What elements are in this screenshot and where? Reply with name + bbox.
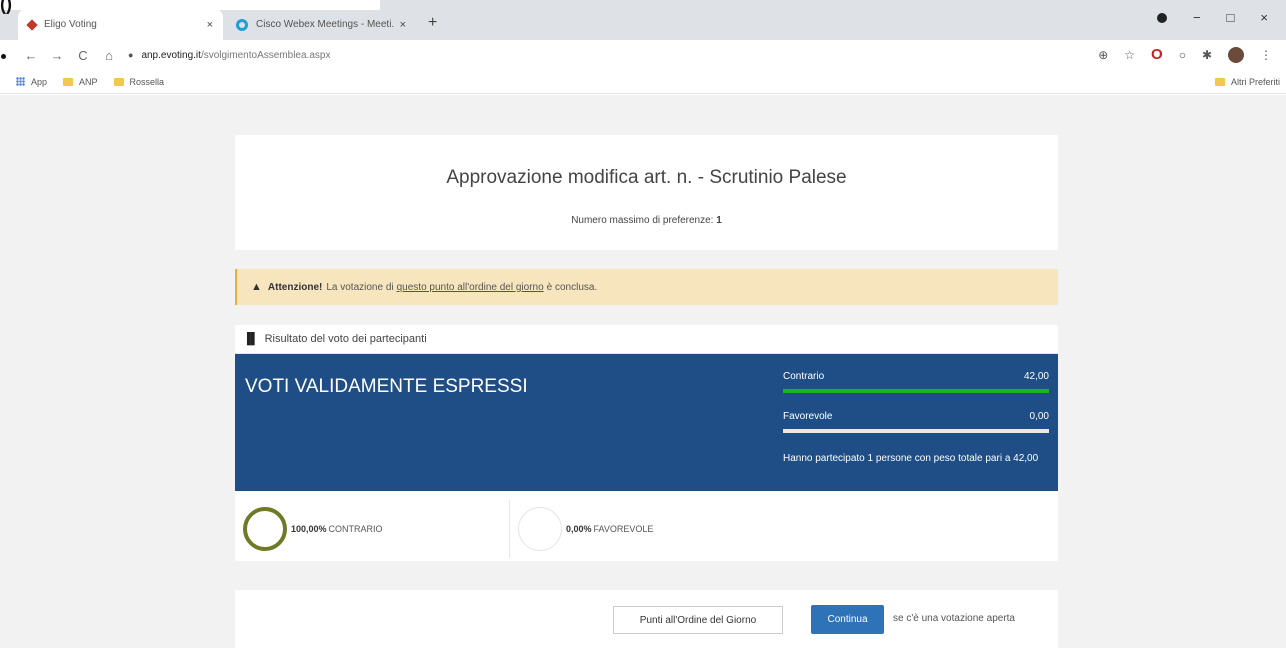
back-button[interactable]: ←: [18, 48, 44, 63]
participation-summary: Hanno partecipato 1 persone con peso tot…: [783, 453, 1039, 464]
tab-title: Cisco Webex Meetings - Meeti...: [256, 19, 394, 30]
alert-strong: Attenzione!: [267, 281, 323, 293]
valid-votes-title: VOTI VALIDAMENTE ESPRESSI: [245, 376, 528, 397]
donut-favorevole: 0,00% FAVOREVOLE: [510, 500, 785, 558]
zoom-icon[interactable]: ⊕: [1098, 48, 1108, 62]
results-banner: VOTI VALIDAMENTE ESPRESSI Contrario 42,0…: [235, 354, 1058, 491]
bookmarks-bar: App ANP Rossella Altri Preferiti: [0, 70, 1286, 94]
results-header: ▐▌ Risultato del voto dei partecipanti: [235, 325, 1058, 354]
corner-glyph: (): [0, 0, 12, 14]
warning-icon: ▲: [251, 281, 262, 293]
donut-contrario: 100,00% CONTRARIO: [235, 500, 510, 558]
progress-fill: [783, 389, 1049, 393]
home-button[interactable]: ⌂: [96, 48, 122, 63]
address-bar[interactable]: ● anp.evoting.it/svolgimentoAssemblea.as…: [128, 44, 1088, 66]
max-preferences-value: 1: [716, 215, 722, 226]
overlay-strip: [0, 0, 380, 10]
forward-button[interactable]: →: [44, 48, 70, 63]
reload-button[interactable]: C: [70, 48, 96, 63]
continue-hint: se c'è una votazione aperta: [893, 613, 1015, 624]
vote-title-card: Approvazione modifica art. n. - Scrutini…: [235, 135, 1058, 250]
url-path: /svolgimentoAssemblea.aspx: [200, 49, 331, 61]
record-icon[interactable]: [1156, 12, 1167, 23]
continue-button[interactable]: Continua: [811, 605, 884, 634]
tab-close-icon[interactable]: ×: [400, 19, 406, 31]
browser-toolbar: ← → C ⌂ ● anp.evoting.it/svolgimentoAsse…: [0, 40, 1286, 70]
opera-extension-icon[interactable]: O: [1151, 46, 1163, 63]
tab-title: Eligo Voting: [44, 19, 97, 30]
stat-label: Contrario: [783, 371, 825, 382]
bookmark-label: Rossella: [129, 76, 165, 87]
extension-circle-icon[interactable]: ○: [1179, 48, 1186, 62]
donut-ring: [518, 507, 562, 551]
page-content: Approvazione modifica art. n. - Scrutini…: [0, 95, 1286, 648]
apps-grid-icon: [16, 77, 25, 86]
browser-menu-icon[interactable]: ⋮: [1260, 48, 1272, 62]
corner-dot: [1, 54, 6, 59]
stat-label: Favorevole: [783, 411, 833, 422]
agenda-item-link[interactable]: questo punto all'ordine del giorno: [397, 282, 544, 293]
window-controls: − □ ×: [1156, 10, 1286, 25]
donut-label: FAVOREVOLE: [593, 524, 654, 534]
max-preferences-label: Numero massimo di preferenze:: [571, 215, 714, 226]
eligo-favicon-icon: [26, 18, 38, 31]
bookmark-app[interactable]: App: [16, 77, 47, 87]
close-window-button[interactable]: ×: [1260, 10, 1268, 25]
tab-eligo-voting[interactable]: Eligo Voting ×: [18, 9, 223, 40]
bookmark-rossella[interactable]: Rossella: [113, 76, 165, 87]
results-header-label: Risultato del voto dei partecipanti: [264, 333, 427, 345]
webex-favicon-icon: [236, 18, 248, 31]
toolbar-icons: ⊕ ☆ O ○ ✱ ⋮: [1098, 46, 1272, 63]
bookmark-label: App: [31, 76, 48, 87]
stat-value: 42,00: [1023, 371, 1049, 382]
results-panel: ▐▌ Risultato del voto dei partecipanti V…: [235, 325, 1058, 561]
stat-favorevole: Favorevole 0,00: [783, 411, 1049, 433]
url-domain: anp.evoting.it: [141, 49, 201, 61]
donut-ring: [243, 507, 287, 551]
stat-contrario: Contrario 42,00: [783, 371, 1049, 393]
maximize-button[interactable]: □: [1227, 10, 1235, 25]
alert-text-after: è conclusa.: [546, 281, 598, 293]
tab-close-icon[interactable]: ×: [207, 19, 213, 31]
alert-text-before: La votazione di: [326, 281, 394, 293]
footer-actions: Punti all'Ordine del Giorno Continua se …: [235, 590, 1058, 648]
profile-avatar[interactable]: [1228, 46, 1244, 63]
donut-percent: 0,00%: [566, 524, 592, 534]
folder-icon: [1214, 77, 1225, 86]
extensions-puzzle-icon[interactable]: ✱: [1202, 48, 1212, 62]
folder-icon: [63, 77, 74, 86]
vote-title: Approvazione modifica art. n. - Scrutini…: [446, 167, 847, 188]
bookmark-label: ANP: [79, 76, 98, 87]
donut-row: 100,00% CONTRARIO 0,00% FAVOREVOLE: [235, 500, 1058, 558]
max-preferences: Numero massimo di preferenze: 1: [235, 215, 1058, 226]
other-bookmarks[interactable]: Altri Preferiti: [1214, 76, 1280, 87]
donut-percent: 100,00%: [291, 524, 327, 534]
folder-icon: [113, 77, 124, 86]
bar-chart-icon: ▐▌: [243, 333, 259, 345]
closed-vote-alert: ▲ Attenzione! La votazione di questo pun…: [235, 269, 1058, 305]
progress-track: [783, 429, 1049, 433]
bookmark-label: Altri Preferiti: [1230, 76, 1280, 87]
agenda-button[interactable]: Punti all'Ordine del Giorno: [613, 606, 783, 634]
lock-icon: ●: [128, 50, 134, 60]
new-tab-button[interactable]: +: [428, 14, 437, 32]
bookmark-anp[interactable]: ANP: [63, 77, 98, 87]
stat-value: 0,00: [1029, 411, 1049, 422]
donut-label: CONTRARIO: [328, 524, 383, 534]
minimize-button[interactable]: −: [1193, 10, 1201, 25]
progress-track: [783, 389, 1049, 393]
bookmark-star-icon[interactable]: ☆: [1124, 48, 1135, 62]
tab-cisco-webex[interactable]: Cisco Webex Meetings - Meeti... ×: [226, 9, 416, 40]
